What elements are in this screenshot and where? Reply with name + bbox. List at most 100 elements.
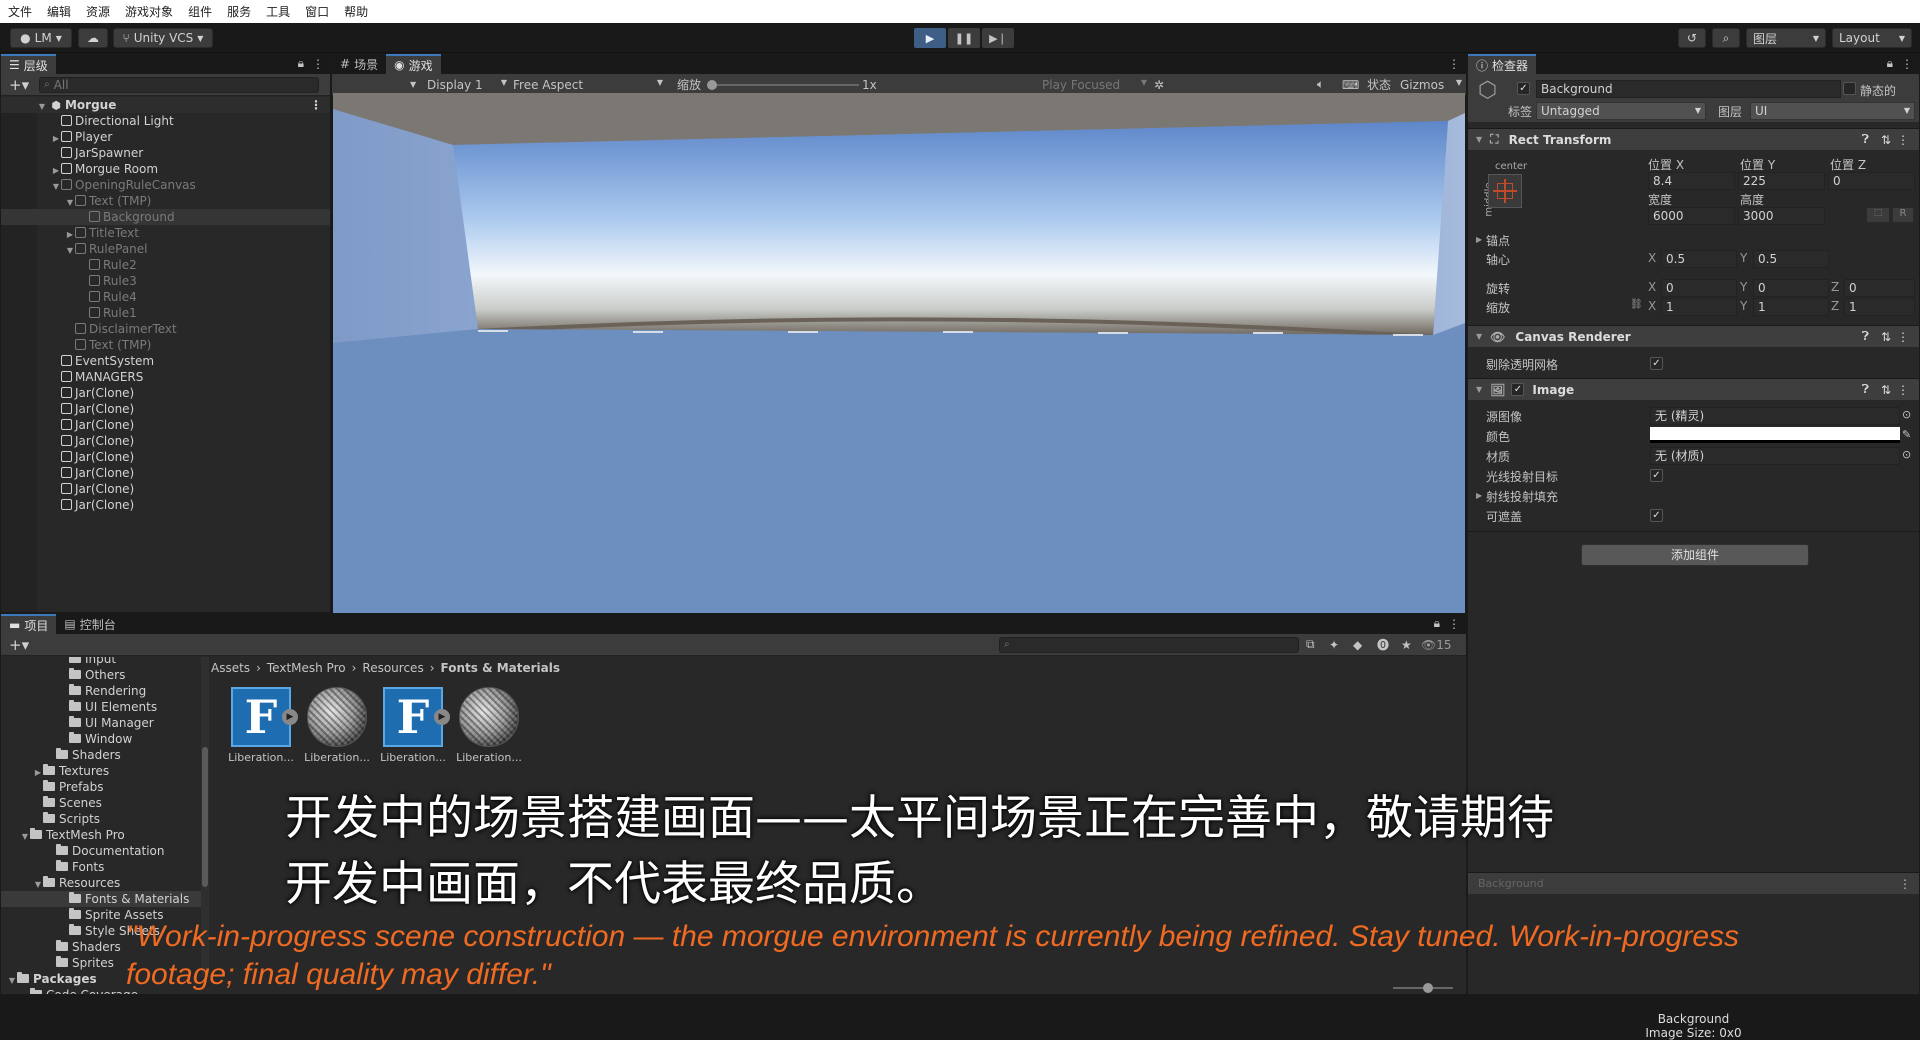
hierarchy-item[interactable]: Jar(Clone) [1,449,330,465]
more-icon[interactable]: ⋮ [310,97,322,113]
hierarchy-item[interactable]: ▶ Player [1,129,330,145]
hierarchy-item[interactable]: Jar(Clone) [1,497,330,513]
pos-y-field[interactable]: 225 [1738,172,1825,190]
pivot-x-field[interactable]: 0.5 [1661,250,1737,268]
hierarchy-item[interactable]: ▶ TitleText [1,225,330,241]
project-tree-item[interactable]: Scenes [1,795,201,811]
width-field[interactable]: 6000 [1648,207,1735,225]
asset-item[interactable]: Liberation... [302,687,372,764]
hierarchy-item[interactable]: ▼ Text (TMP) [1,193,330,209]
warning-icon[interactable]: ⓿ [1377,636,1389,653]
scale-z-field[interactable]: 1 [1844,298,1915,316]
hierarchy-item[interactable]: DisclaimerText [1,321,330,337]
hierarchy-item[interactable]: Rule2 [1,257,330,273]
project-tree-item[interactable]: Others [1,667,201,683]
project-tree-item[interactable]: Fonts & Materials [1,891,201,907]
help-icon[interactable]: ❓︎ [1862,132,1869,147]
add-icon[interactable]: +▾ [9,76,29,94]
breadcrumb-item[interactable]: Resources [362,661,423,675]
project-tree-item[interactable]: ▶ Textures [1,763,201,779]
tree-scrollbar-thumb[interactable] [202,747,208,887]
lock-icon[interactable]: 🔒︎ [298,56,304,71]
hierarchy-item[interactable]: Text (TMP) [1,337,330,353]
tag-dropdown[interactable]: Untagged ▼ [1536,102,1706,120]
project-tree-item[interactable]: Fonts [1,859,201,875]
help-icon[interactable]: ❓︎ [1862,382,1869,397]
raycast-padding-label[interactable]: 射线投射填充 [1486,488,1558,505]
raycast-target-checkbox[interactable]: ✓ [1650,469,1663,482]
more-icon[interactable]: ⋮ [1448,57,1460,71]
project-tree-item[interactable]: ▼ Resources [1,875,201,891]
preset-icon[interactable]: ⇅ [1881,383,1891,397]
display-dropdown[interactable]: Display 1 ▼ [427,78,507,92]
cloud-button[interactable]: ☁ [78,28,108,48]
more-icon[interactable]: ⋮ [1897,133,1909,147]
gizmos-dropdown[interactable]: Gizmos ▼ [1400,78,1462,92]
search-button[interactable]: ⌕ [1712,28,1740,48]
tab-project[interactable]: ▬ 项目 [1,614,57,634]
stats-button[interactable]: 状态 [1367,76,1391,93]
project-tree-item[interactable]: Scripts [1,811,201,827]
hierarchy-item[interactable]: ▼ OpeningRuleCanvas [1,177,330,193]
hierarchy-item[interactable]: Jar(Clone) [1,433,330,449]
project-tree-item[interactable]: Documentation [1,843,201,859]
hierarchy-item[interactable]: Jar(Clone) [1,465,330,481]
asset-item[interactable]: Liberation... [454,687,524,764]
menu-item[interactable]: 组件 [186,3,214,20]
maskable-checkbox[interactable]: ✓ [1650,509,1663,522]
hierarchy-item[interactable]: ▶ Morgue Room [1,161,330,177]
scale-x-field[interactable]: 1 [1661,298,1737,316]
tab-scene[interactable]: # 场景 [332,54,386,74]
chevron-down-icon[interactable]: ▼ [20,829,30,845]
hierarchy-item[interactable]: Jar(Clone) [1,481,330,497]
more-icon[interactable]: ⋮ [1897,383,1909,397]
scene-row[interactable]: ▼ ⬢ Morgue ⋮ [1,97,330,113]
hierarchy-item[interactable]: JarSpawner [1,145,330,161]
aspect-dropdown[interactable]: Free Aspect ▼ [513,78,663,92]
anchors-label[interactable]: 锚点 [1486,232,1510,249]
expand-icon[interactable]: ▶ [434,709,450,725]
more-icon[interactable]: ⋮ [1901,57,1913,71]
project-tree-item[interactable]: Input [1,657,201,667]
hierarchy-item[interactable]: Background [1,209,330,225]
menu-item[interactable]: 游戏对象 [123,3,175,20]
project-search-input[interactable]: ⌕ [999,636,1299,653]
project-tree-item[interactable]: Shaders [1,747,201,763]
filter-label-icon[interactable]: ✦ [1329,638,1339,652]
eyedropper-icon[interactable]: ✎ [1902,428,1911,441]
hidden-count[interactable]: 👁︎15 [1421,638,1452,652]
hierarchy-item[interactable]: ▼ RulePanel [1,241,330,257]
add-icon[interactable]: +▾ [9,636,29,654]
hierarchy-item[interactable]: Rule1 [1,305,330,321]
hierarchy-item[interactable]: Rule3 [1,273,330,289]
hierarchy-item[interactable]: Rule4 [1,289,330,305]
account-button[interactable]: ● LM ▼ [10,28,72,48]
project-tree-item[interactable]: Rendering [1,683,201,699]
active-checkbox[interactable]: ✓ [1517,82,1530,95]
speaker-icon[interactable]: 🔈︎ [1317,77,1324,92]
layers-dropdown[interactable]: 图层 ▼ [1746,28,1826,48]
asset-item[interactable]: F Liberation... ▶ [226,687,298,764]
hierarchy-item[interactable]: Jar(Clone) [1,401,330,417]
blueprint-button[interactable]: ⬚ [1866,207,1890,223]
tab-console[interactable]: ▤ 控制台 [56,614,123,634]
scale-slider-handle[interactable] [707,80,717,90]
history-button[interactable]: ↺ [1678,28,1706,48]
tab-inspector[interactable]: ⓘ 检查器 [1468,54,1537,74]
tab-hierarchy[interactable]: ☰ 层级 [1,54,56,74]
menu-item[interactable]: 编辑 [45,3,73,20]
lock-icon[interactable]: 🔒︎ [1434,616,1440,631]
raw-edit-button[interactable]: R [1892,207,1914,223]
preset-icon[interactable]: ⇅ [1881,133,1891,147]
source-image-field[interactable]: 无 (精灵) [1650,407,1900,425]
more-icon[interactable]: ⋮ [312,57,324,71]
tag-icon[interactable]: ◆ [1353,638,1362,652]
project-tree-item[interactable]: UI Manager [1,715,201,731]
material-field[interactable]: 无 (材质) [1650,447,1900,465]
menu-item[interactable]: 服务 [225,3,253,20]
pos-z-field[interactable]: 0 [1828,172,1915,190]
target-icon[interactable]: ⊙ [1902,448,1911,461]
chevron-down-icon[interactable]: ▼ [33,877,43,893]
hierarchy-search-input[interactable]: ⌕ All [39,76,320,93]
game-viewport[interactable] [333,93,1465,613]
